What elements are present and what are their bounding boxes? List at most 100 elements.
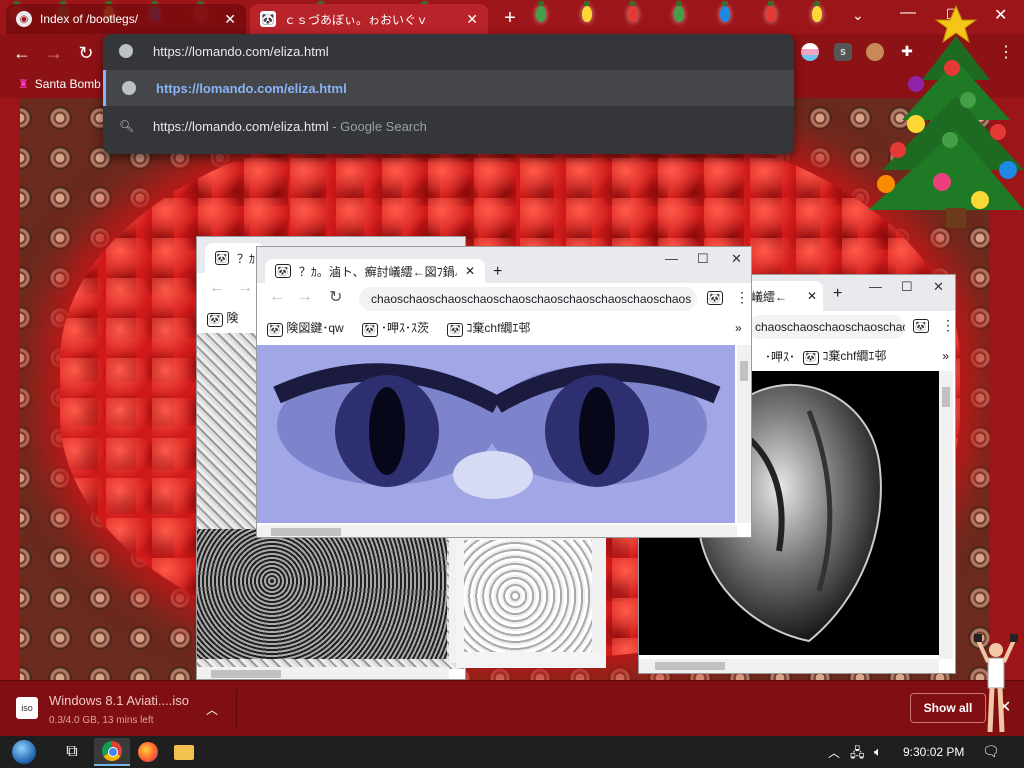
suggestion-text: https://lomando.com/eliza.html — [153, 118, 329, 134]
bookmark-label: Santa Bomb — [34, 77, 101, 91]
extension-flag-icon[interactable] — [801, 43, 819, 61]
page-border-left — [0, 98, 20, 680]
tab-title: ｃｓづあぼぃ。ゎおいぐｖ — [284, 12, 429, 27]
close-button[interactable]: ✕ — [731, 251, 742, 267]
staring-eyes-graphic — [257, 345, 735, 523]
back-button[interactable]: ← — [209, 279, 225, 297]
tab-close-icon[interactable]: ✕ — [465, 264, 475, 278]
panda-extension-icon[interactable]: 🐼 — [913, 319, 929, 333]
new-tab-button[interactable]: + — [498, 6, 522, 30]
more-bookmarks-icon[interactable]: » — [942, 349, 955, 363]
back-button[interactable]: ← — [10, 42, 34, 66]
popup-address-bar[interactable]: chaoschaoschaoschaoschao — [747, 315, 905, 339]
tab-close-icon[interactable]: ✕ — [466, 11, 478, 28]
noise-image — [464, 540, 592, 652]
bookmark-item[interactable]: 🐼 ･呷ｽ･ｽ茨 — [361, 319, 430, 337]
panda-icon: 🐼 — [207, 312, 223, 327]
start-button[interactable] — [6, 738, 42, 766]
system-clock[interactable]: 9:30:02 PM — [903, 745, 964, 759]
close-button[interactable]: ✕ — [933, 279, 944, 295]
christmas-tree-icon — [868, 4, 1024, 228]
scroll-thumb[interactable] — [942, 387, 950, 407]
globe-icon: ◉ — [16, 11, 32, 27]
back-button[interactable]: ← — [269, 288, 285, 306]
vertical-scrollbar[interactable] — [737, 345, 751, 523]
tab-index-of-bootlegs[interactable]: ◉ Index of /bootlegs/ ✕ — [6, 4, 246, 34]
forward-button[interactable]: → — [42, 42, 66, 66]
suggestion-url[interactable]: https://lomando.com/eliza.html — [103, 70, 794, 106]
iso-file-icon[interactable]: iso — [16, 697, 38, 719]
omnibox-dropdown: https://lomando.com/eliza.html https://l… — [103, 34, 794, 154]
panda-extension-icon[interactable]: 🐼 — [707, 291, 723, 305]
bookmark-item[interactable]: 🐼 険 — [207, 309, 238, 327]
suggestion-content: https://lomando.com/eliza.html - Google … — [153, 119, 427, 134]
more-bookmarks-icon[interactable]: » — [735, 321, 742, 335]
task-view-button[interactable]: ⧉ — [54, 738, 90, 766]
minimize-button[interactable]: — — [869, 279, 882, 294]
taskbar-firefox[interactable] — [130, 738, 166, 766]
new-tab-button[interactable]: + — [493, 263, 502, 281]
reload-button[interactable]: ↻ — [329, 287, 342, 307]
popup-address-bar[interactable]: chaoschaoschaoschaoschaoschaoschaoschaos… — [359, 287, 697, 311]
popup-bookmarks: 🐼 険図鍵･qw 🐼 ･呷ｽ･ｽ茨 🐼 ｺ棄chf繝ｴ邨 » — [257, 315, 751, 341]
search-icon: 🔍︎ — [119, 119, 135, 133]
forward-button[interactable]: → — [297, 288, 313, 306]
show-hidden-icons-icon[interactable]: ︿ — [828, 744, 840, 761]
notifications-icon[interactable]: 🗨︎ — [982, 743, 1000, 760]
bookmark-label: ｺ棄chf繝ｴ邨 — [822, 349, 887, 364]
bookmark-label: ･呷ｽ･ｽ茨 — [381, 321, 430, 336]
address-input[interactable]: https://lomando.com/eliza.html — [153, 44, 329, 59]
vertical-scrollbar[interactable] — [592, 530, 606, 654]
volume-icon[interactable]: 🔈︎ — [874, 744, 882, 760]
minimize-button[interactable]: — — [665, 251, 678, 266]
scroll-thumb[interactable] — [740, 361, 748, 381]
download-status: 0.3/4.0 GB, 13 mins left — [49, 715, 154, 726]
chrome-icon — [102, 741, 122, 761]
chevron-up-icon[interactable]: ︿ — [206, 701, 218, 718]
site-info-icon[interactable] — [119, 44, 133, 58]
windows-taskbar: ⧉ ︿ 🖧 🔈︎ 9:30:02 PM 🗨︎ — [0, 736, 1024, 768]
bookmark-label: ｺ棄chf繝ｴ邨 — [466, 321, 531, 336]
download-file-name[interactable]: Windows 8.1 Aviati....iso — [49, 693, 189, 708]
reload-button[interactable]: ↻ — [74, 42, 98, 66]
suggestion-search[interactable]: 🔍︎ https://lomando.com/eliza.html - Goog… — [103, 108, 794, 144]
tab-close-icon[interactable]: ✕ — [807, 289, 817, 303]
taskbar-chrome[interactable] — [94, 738, 130, 766]
taskbar-file-explorer[interactable] — [166, 738, 202, 766]
panda-favicon-icon: 🐼 — [215, 251, 229, 265]
download-shelf: iso Windows 8.1 Aviati....iso 0.3/4.0 GB… — [0, 680, 1024, 736]
bookmark-item[interactable]: 🐼 険図鍵･qw — [267, 319, 344, 337]
horizontal-scrollbar[interactable] — [257, 525, 737, 537]
popup-tab-title: ？ｶ。滷ト、癬討嶬繧←図ﾌ鍋△ — [298, 264, 457, 279]
vertical-scrollbar[interactable] — [939, 371, 953, 659]
scroll-thumb[interactable] — [655, 662, 725, 670]
popup-tab-title: ？ｶ — [236, 251, 255, 266]
popup-nav-row: ← → ↻ chaoschaoschaoschaoschaoschaoschao… — [257, 283, 751, 315]
bookmark-label[interactable]: ･呷ｽ･ — [765, 348, 795, 365]
panda-icon: 🐼 — [361, 322, 378, 337]
horizontal-scrollbar[interactable] — [639, 659, 939, 673]
suggestion-suffix: - Google Search — [328, 118, 427, 134]
menu-icon[interactable]: ⋮ — [735, 289, 749, 306]
globe-icon — [122, 81, 136, 95]
network-icon[interactable]: 🖧 — [850, 744, 865, 766]
windows-orb-icon — [12, 740, 36, 764]
bookmark-santa-bomb[interactable]: ♜ Santa Bomb — [18, 77, 101, 91]
maximize-button[interactable]: ☐ — [697, 251, 709, 267]
forward-button[interactable]: → — [237, 279, 253, 297]
scroll-thumb[interactable] — [271, 528, 341, 536]
extension-s-icon[interactable]: s — [834, 43, 852, 61]
scroll-thumb[interactable] — [211, 670, 281, 678]
address-bar[interactable]: https://lomando.com/eliza.html — [103, 34, 794, 70]
new-tab-button[interactable]: + — [833, 285, 842, 303]
tab-active[interactable]: 🐼 ｃｓづあぼぃ。ゎおいぐｖ ✕ — [250, 4, 488, 34]
panda-icon: 🐼 — [803, 350, 820, 365]
menu-icon[interactable]: ⋮ — [941, 317, 955, 334]
tab-close-icon[interactable]: ✕ — [224, 11, 236, 28]
panda-favicon-icon: 🐼 — [275, 264, 291, 278]
bookmark-item[interactable]: 🐼 ｺ棄chf繝ｴ邨 — [803, 347, 886, 365]
maximize-button[interactable]: ☐ — [901, 279, 913, 295]
popup-tab[interactable]: 🐼 ？ｶ。滷ト、癬討嶬繧←図ﾌ鍋△ ✕ — [265, 259, 485, 283]
horizontal-scrollbar[interactable] — [197, 667, 449, 679]
bookmark-item[interactable]: 🐼 ｺ棄chf繝ｴ邨 — [447, 319, 530, 337]
